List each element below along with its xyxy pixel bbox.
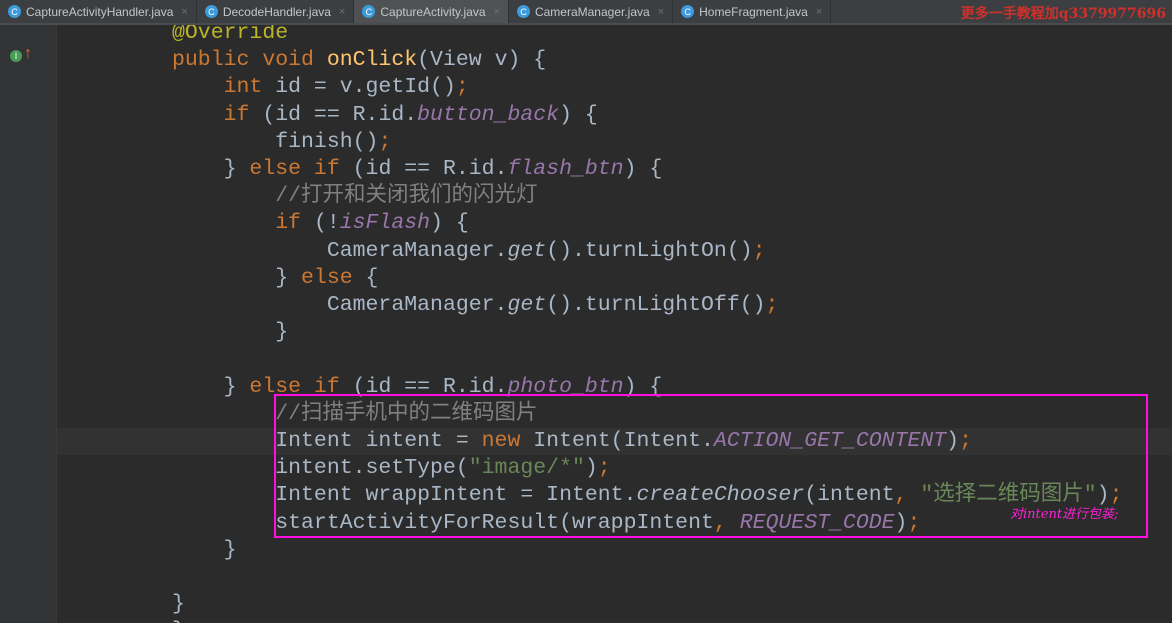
code-token: //打开和关闭我们的闪光灯 — [172, 184, 538, 209]
code-token: }; — [172, 619, 198, 623]
code-token: (id == R.id. — [352, 157, 508, 181]
code-token: ; — [752, 238, 766, 263]
class-icon: C — [681, 5, 695, 18]
code-line[interactable]: }; — [172, 618, 198, 623]
code-token: ) { — [430, 211, 469, 236]
tab-cameramanager-java[interactable]: C CameraManager.java × — [509, 0, 674, 23]
tab-captureactivityhandler-java[interactable]: C CaptureActivityHandler.java × — [0, 0, 197, 23]
tab-label: CaptureActivityHandler.java — [26, 4, 174, 19]
code-token: } — [172, 320, 289, 345]
code-token: int — [172, 75, 276, 100]
code-line[interactable]: } — [172, 319, 288, 346]
tab-label: CameraManager.java — [534, 4, 650, 19]
code-line[interactable]: if (id == R.id.button_back) { — [172, 102, 598, 129]
tab-label: CaptureActivity.java — [380, 4, 486, 19]
class-icon: C — [204, 5, 218, 18]
code-line[interactable]: } — [172, 537, 237, 564]
code-token: ) { — [623, 157, 663, 181]
code-line[interactable]: } — [172, 591, 185, 618]
close-icon[interactable]: × — [494, 6, 500, 18]
code-token: } — [172, 592, 185, 617]
close-icon[interactable]: × — [181, 6, 187, 18]
tab-label: HomeFragment.java — [699, 4, 808, 19]
code-token: } — [172, 157, 250, 181]
code-token: get — [507, 293, 547, 317]
code-token: button_back — [417, 102, 560, 127]
code-line[interactable]: } else { — [172, 265, 378, 292]
code-line[interactable]: CameraManager.get().turnLightOn(); — [172, 238, 766, 265]
code-token: CameraManager. — [172, 238, 508, 263]
close-icon[interactable]: × — [339, 6, 345, 18]
code-token: ().turnLightOff() — [546, 293, 766, 317]
code-token: else if — [249, 157, 353, 181]
code-token: else — [301, 265, 366, 290]
code-line[interactable]: public void onClick(View v) { — [172, 47, 546, 74]
code-token: onClick — [326, 48, 418, 73]
code-token: ().turnLightOn() — [546, 238, 753, 263]
code-token: isFlash — [339, 211, 431, 236]
code-line[interactable]: if (!isFlash) { — [172, 210, 469, 237]
code-token: } — [172, 537, 237, 562]
tab-label: DecodeHandler.java — [222, 4, 331, 19]
code-token: if — [172, 102, 263, 127]
code-token: if — [172, 211, 314, 236]
code-token: ; — [455, 75, 469, 100]
code-token: get — [507, 238, 547, 263]
code-token: ; — [378, 129, 392, 154]
annotation-note: 对intent进行包装; — [1010, 507, 1119, 522]
tab-homefragment-java[interactable]: C HomeFragment.java × — [673, 0, 832, 23]
code-line[interactable]: @Override — [172, 25, 288, 47]
code-line[interactable]: } else if (id == R.id.flash_btn) { — [172, 156, 663, 183]
tab-captureactivity-java[interactable]: C CaptureActivity.java × — [354, 0, 509, 23]
class-icon: C — [516, 5, 530, 18]
code-token: } — [172, 265, 302, 290]
code-token: CameraManager. — [172, 293, 508, 317]
code-token: flash_btn — [507, 157, 624, 181]
tab-decodehandler-java[interactable]: C DecodeHandler.java × — [197, 0, 355, 23]
class-icon: C — [362, 5, 376, 18]
code-line[interactable]: int id = v.getId(); — [172, 74, 469, 101]
code-token: ; — [765, 293, 779, 317]
code-token: (View v) { — [417, 48, 547, 73]
code-token: finish() — [172, 129, 379, 154]
code-token: } — [172, 374, 250, 399]
class-icon: C — [8, 5, 21, 18]
code-token: (id == R.id. — [262, 102, 418, 127]
code-line[interactable]: CameraManager.get().turnLightOff(); — [172, 292, 779, 319]
code-token: @Override — [172, 25, 289, 45]
close-icon[interactable]: × — [816, 6, 822, 18]
code-token: public void — [172, 48, 327, 73]
code-token: (! — [313, 211, 340, 236]
code-token: ) { — [559, 102, 598, 127]
close-icon[interactable]: × — [658, 6, 664, 18]
code-token: { — [365, 265, 379, 290]
code-token: id = v.getId() — [275, 75, 456, 100]
watermark: 更多一手教程加q3379977696 — [960, 6, 1166, 22]
code-line[interactable]: //打开和关闭我们的闪光灯 — [172, 183, 538, 210]
code-line[interactable]: finish(); — [172, 129, 391, 156]
